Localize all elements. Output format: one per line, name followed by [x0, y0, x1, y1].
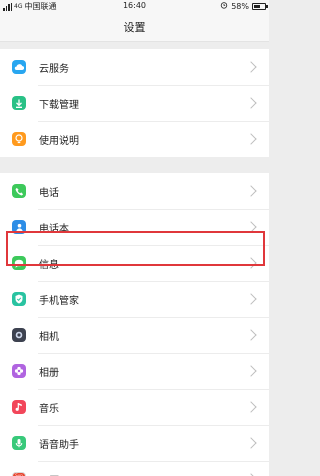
chevron-right-icon [245, 185, 257, 197]
chevron-right-icon [245, 257, 257, 269]
settings-item-label: 相机 [39, 331, 59, 343]
settings-item-cloud[interactable]: 云服务 [0, 49, 269, 85]
settings-item-label: 日历 [39, 472, 247, 476]
phone-icon [12, 184, 26, 198]
chevron-right-icon [245, 329, 257, 341]
chevron-right-icon [245, 97, 257, 109]
chevron-right-icon [245, 61, 257, 73]
download-icon [12, 96, 26, 110]
settings-item-message[interactable]: 信息 [0, 245, 269, 281]
settings-item-label: 信息 [39, 259, 59, 271]
settings-item-label: 云服务 [39, 63, 69, 75]
settings-item-label: 相册 [39, 367, 59, 379]
message-icon [12, 256, 26, 270]
contacts-icon [12, 220, 26, 234]
settings-item-mic[interactable]: 语音助手 [0, 425, 269, 461]
status-right: 58% [220, 1, 268, 11]
battery-percent: 58% [231, 1, 249, 11]
music-icon [12, 400, 26, 414]
chevron-right-icon [245, 365, 257, 377]
settings-group-apps: 电话电话本信息手机管家相机相册音乐语音助手 Sun30 日历 [0, 173, 269, 476]
alarm-icon [220, 1, 228, 11]
settings-item-shield[interactable]: 手机管家 [0, 281, 269, 317]
shield-icon [12, 292, 26, 306]
settings-item-label: 下载管理 [39, 99, 79, 111]
settings-item-label: 电话本 [39, 223, 69, 235]
flower-icon [12, 364, 26, 378]
settings-item-label: 电话 [39, 187, 59, 199]
settings-group-services: 云服务下载管理使用说明 [0, 49, 269, 157]
chevron-right-icon [245, 437, 257, 449]
settings-item-flower[interactable]: 相册 [0, 353, 269, 389]
settings-item-label: 手机管家 [39, 295, 79, 307]
status-bar: 4G 中国联通 16:40 58% [0, 0, 269, 12]
settings-item-bulb[interactable]: 使用说明 [0, 121, 269, 157]
settings-item-label: 语音助手 [39, 439, 79, 451]
mic-icon [12, 436, 26, 450]
settings-item-camera[interactable]: 相机 [0, 317, 269, 353]
cloud-icon [12, 60, 26, 74]
settings-item-label: 使用说明 [39, 135, 79, 147]
bulb-icon [12, 132, 26, 146]
chevron-right-icon [245, 293, 257, 305]
section-gap [0, 42, 269, 49]
page-title: 设置 [0, 12, 269, 42]
settings-item-download[interactable]: 下载管理 [0, 85, 269, 121]
settings-item-contacts[interactable]: 电话本 [0, 209, 269, 245]
settings-item-label: 音乐 [39, 403, 59, 415]
chevron-right-icon [245, 221, 257, 233]
settings-item-phone[interactable]: 电话 [0, 173, 269, 209]
calendar-icon: Sun30 [12, 472, 26, 476]
settings-item-music[interactable]: 音乐 [0, 389, 269, 425]
section-gap [0, 157, 269, 173]
chevron-right-icon [245, 401, 257, 413]
camera-icon [12, 328, 26, 342]
chevron-right-icon [245, 133, 257, 145]
battery-icon [252, 2, 268, 10]
settings-item-calendar[interactable]: Sun30 日历 [0, 461, 269, 476]
